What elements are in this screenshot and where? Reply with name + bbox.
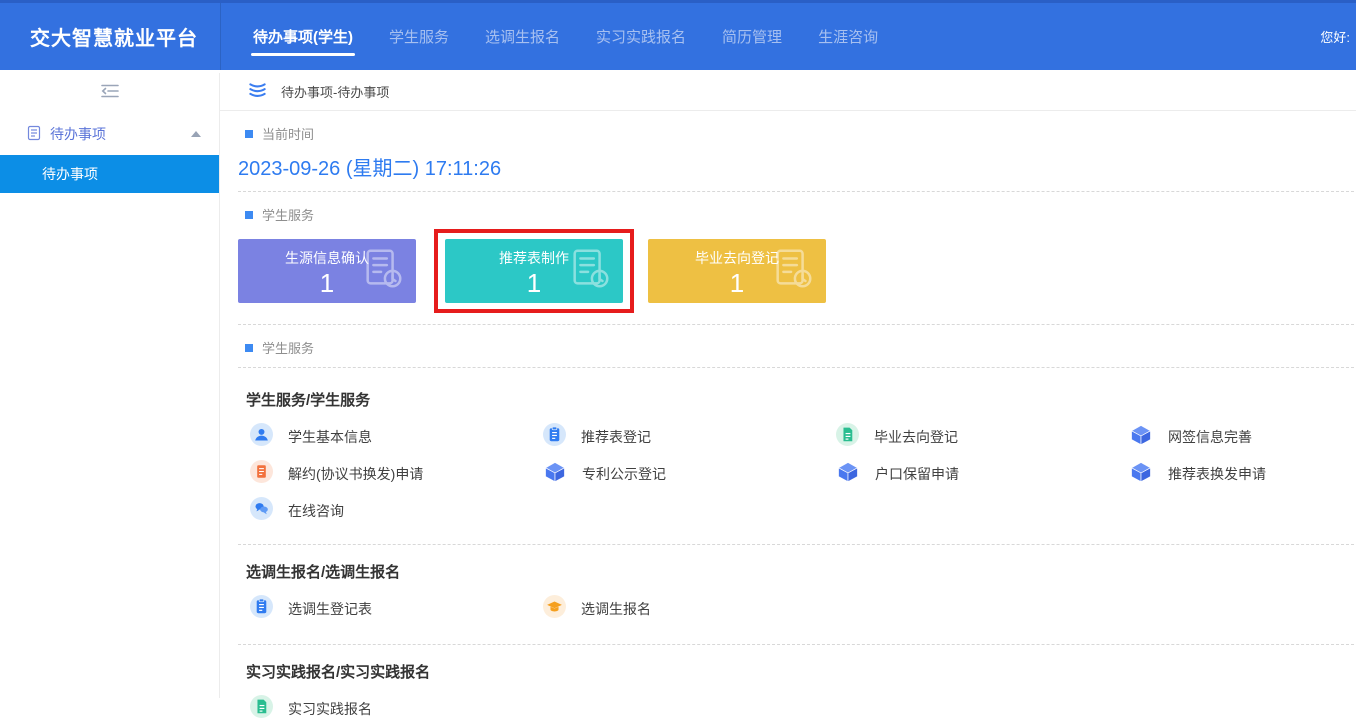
service-item-label: 推荐表登记 (581, 427, 651, 447)
group-title-internship: 实习实践报名/实习实践报名 (246, 661, 1356, 682)
service-item-tuijianbiao-reissue[interactable]: 推荐表换发申请 (1129, 462, 1356, 486)
card-count: 1 (730, 269, 744, 297)
card-shengyuan-confirm[interactable]: 生源信息确认 1 (238, 239, 416, 303)
service-grid-student-services: 学生基本信息 推荐表登记 (250, 425, 1356, 523)
document-clock-icon (770, 246, 816, 297)
services-section-label: 学生服务 (245, 338, 1356, 357)
service-item-online-consult[interactable]: 在线咨询 (250, 499, 543, 523)
document-clock-icon (360, 246, 406, 297)
group-title-student-services: 学生服务/学生服务 (246, 389, 1356, 410)
green-doc-icon (250, 695, 273, 723)
clipboard-icon (250, 595, 273, 623)
divider (238, 644, 1354, 645)
document-icon (26, 125, 42, 144)
services-label: 学生服务 (262, 338, 314, 357)
blue-square-bullet-icon (245, 211, 253, 219)
cube-icon (836, 460, 860, 489)
cube-icon (543, 460, 567, 489)
user-icon (250, 423, 273, 451)
divider (238, 367, 1354, 368)
card-tuijianbiao-make[interactable]: 推荐表制作 1 (445, 239, 623, 303)
service-item-patent-register[interactable]: 专利公示登记 (543, 462, 836, 486)
service-item-label: 实习实践报名 (288, 699, 372, 719)
service-item-label: 选调生登记表 (288, 599, 372, 619)
sidebar-item-label: 待办事项 (50, 124, 106, 144)
divider (238, 544, 1354, 545)
menu-fold-icon (100, 83, 120, 104)
red-highlight-box: 推荐表制作 1 (434, 229, 634, 313)
card-count: 1 (320, 269, 334, 297)
tab-xuandiao-signup[interactable]: 选调生报名 (483, 3, 562, 70)
tab-todo-student[interactable]: 待办事项(学生) (251, 3, 355, 70)
service-item-internship-signup[interactable]: 实习实践报名 (250, 697, 543, 721)
cards-section-label: 学生服务 (245, 205, 1356, 224)
card-count: 1 (527, 269, 541, 297)
todo-cards-row: 生源信息确认 1 推荐表制作 1 (238, 228, 1356, 314)
document-clock-icon (567, 246, 613, 297)
card-biye-quxiang[interactable]: 毕业去向登记 1 (648, 239, 826, 303)
divider (238, 191, 1354, 192)
breadcrumb-text: 待办事项-待办事项 (281, 82, 389, 101)
tab-resume-management[interactable]: 简历管理 (720, 3, 784, 70)
service-item-biye-quxiang-register[interactable]: 毕业去向登记 (836, 425, 1129, 449)
blue-square-bullet-icon (245, 344, 253, 352)
group-title-xuandiao: 选调生报名/选调生报名 (246, 561, 1356, 582)
service-item-label: 学生基本信息 (288, 427, 372, 447)
current-time-label: 当前时间 (262, 124, 314, 143)
graduation-cap-icon (543, 595, 566, 623)
breadcrumb: 待办事项-待办事项 (220, 73, 1356, 111)
main-nav: 待办事项(学生) 学生服务 选调生报名 实习实践报名 简历管理 生涯咨询 (220, 3, 912, 70)
blue-square-bullet-icon (245, 130, 253, 138)
service-grid-xuandiao: 选调生登记表 选调生报名 (250, 597, 1356, 621)
sidebar-subitem-label: 待办事项 (42, 164, 98, 184)
cube-icon (1129, 460, 1153, 489)
card-title: 毕业去向登记 (695, 248, 779, 268)
chevron-up-icon (191, 131, 201, 137)
current-datetime: 2023-09-26 (星期二) 17:11:26 (238, 152, 1356, 181)
service-item-label: 在线咨询 (288, 501, 344, 521)
chat-icon (250, 497, 273, 525)
divider (238, 324, 1354, 325)
service-grid-internship: 实习实践报名 (250, 697, 1356, 721)
sidebar-subitem-todo[interactable]: 待办事项 (0, 155, 219, 193)
service-item-label: 毕业去向登记 (874, 427, 958, 447)
clipboard-icon (543, 423, 566, 451)
service-item-tuijianbiao-register[interactable]: 推荐表登记 (543, 425, 836, 449)
top-header: 交大智慧就业平台 待办事项(学生) 学生服务 选调生报名 实习实践报名 简历管理… (0, 0, 1356, 70)
cube-icon (1129, 423, 1153, 452)
card-title: 生源信息确认 (285, 248, 369, 268)
main-content: 待办事项-待办事项 当前时间 2023-09-26 (星期二) 17:11:26… (220, 73, 1356, 698)
app-title: 交大智慧就业平台 (0, 22, 220, 51)
dashboard: 当前时间 2023-09-26 (星期二) 17:11:26 学生服务 生源信息… (220, 124, 1356, 721)
card-title: 推荐表制作 (499, 248, 569, 268)
tab-career-counseling[interactable]: 生涯咨询 (816, 3, 880, 70)
sidebar: 待办事项 待办事项 (0, 73, 220, 698)
service-item-label: 解约(协议书换发)申请 (288, 464, 423, 484)
user-greeting: 您好: (1320, 27, 1356, 46)
service-item-jieyue-apply[interactable]: 解约(协议书换发)申请 (250, 462, 543, 486)
service-item-student-basic-info[interactable]: 学生基本信息 (250, 425, 543, 449)
current-time-section-label: 当前时间 (245, 124, 1356, 143)
service-item-label: 推荐表换发申请 (1168, 464, 1266, 484)
service-item-xuandiao-signup[interactable]: 选调生报名 (543, 597, 836, 621)
sidebar-item-todo[interactable]: 待办事项 (0, 113, 219, 155)
layers-icon (248, 80, 267, 104)
service-item-wangqian-info[interactable]: 网签信息完善 (1129, 425, 1356, 449)
service-item-label: 户口保留申请 (875, 464, 959, 484)
service-item-label: 网签信息完善 (1168, 427, 1252, 447)
green-doc-icon (836, 423, 859, 451)
tab-student-services[interactable]: 学生服务 (387, 3, 451, 70)
service-item-label: 专利公示登记 (582, 464, 666, 484)
service-item-hukou-retain[interactable]: 户口保留申请 (836, 462, 1129, 486)
cards-label: 学生服务 (262, 205, 314, 224)
sidebar-collapse-button[interactable] (0, 73, 219, 113)
orange-doc-icon (250, 460, 273, 488)
tab-internship-signup[interactable]: 实习实践报名 (594, 3, 688, 70)
service-item-label: 选调生报名 (581, 599, 651, 619)
service-item-xuandiao-form[interactable]: 选调生登记表 (250, 597, 543, 621)
